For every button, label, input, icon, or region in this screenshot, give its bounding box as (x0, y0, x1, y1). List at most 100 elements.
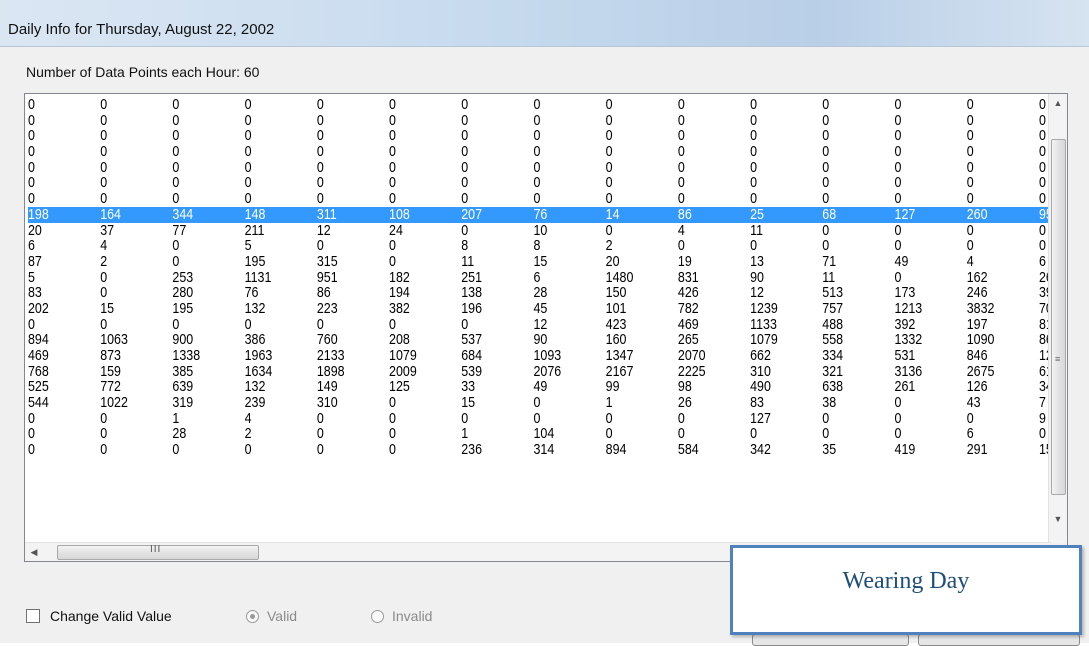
table-cell: 0 (533, 111, 541, 129)
table-row[interactable]: 0 0 28 2 0 0 1 104 0 0 0 0 0 6 0 (28, 425, 1046, 443)
table-row[interactable]: 5025311319511822516148083190110162269 (28, 269, 1060, 286)
table-cell: 0 (605, 127, 613, 145)
table-cell: 2167 (605, 362, 634, 380)
table-cell: 0 (1038, 221, 1046, 239)
table-row[interactable]: 0000000124234691133488392197816 (28, 316, 1060, 333)
change-valid-checkbox[interactable]: Change Valid Value (26, 608, 172, 624)
table-cell: 0 (461, 96, 469, 113)
button-partial[interactable] (752, 634, 909, 646)
vertical-scroll-thumb[interactable]: ≡ (1051, 139, 1066, 495)
table-cell: 0 (389, 237, 396, 255)
checkbox-icon[interactable] (26, 609, 40, 623)
table-cell: 321 (822, 362, 844, 380)
table-row-selected[interactable]: 198 164 344 148 311 108 207 76 14 86 25 68 127 260 95 (28, 205, 1053, 223)
table-cell: 0 (677, 237, 685, 255)
table-cell: 246 (966, 284, 988, 302)
table-cell: 0 (533, 409, 541, 427)
table-cell: 0 (172, 127, 180, 145)
table-row[interactable]: 0 0 0 0 0 0 0 0 0 0 0 0 0 0 0 (28, 96, 1046, 113)
table-row[interactable]: 544 1022 319 239 310 0 15 0 1 26 83 38 0 43 7 (28, 394, 1046, 412)
table-cell: 198 (28, 205, 49, 223)
table-cell: 0 (389, 174, 396, 192)
table-cell: 0 (750, 111, 758, 129)
table-row[interactable]: 469 873 1338 1963 2133 1079 684 1093 1347 2070 662… (28, 348, 1067, 364)
table-cell: 196 (461, 299, 483, 317)
table-row[interactable]: 0 0 0 0 0 0 0 0 0 0 0 0 0 0 0 (28, 143, 1046, 161)
scroll-down-icon[interactable]: ▼ (1049, 510, 1067, 528)
table-cell: 0 (822, 425, 830, 443)
table-cell: 1634 (244, 362, 273, 380)
table-cell: 638 (822, 378, 844, 396)
table-cell: 0 (389, 425, 396, 443)
table-cell: 0 (316, 441, 324, 459)
table-cell: 0 (894, 190, 902, 208)
table-row[interactable]: 87 2 0 195 315 0 11 15 20 19 13 71 49 4 6 (28, 252, 1046, 270)
table-row[interactable]: 00000023631489458434235419291159 (28, 441, 1060, 459)
table-cell: 0 (822, 96, 830, 113)
table-cell: 513 (822, 284, 844, 302)
table-cell: 10 (533, 221, 548, 239)
invalid-radio[interactable]: Invalid (371, 608, 432, 624)
table-cell: 0 (533, 190, 541, 208)
table-cell: 0 (461, 174, 469, 192)
change-valid-label: Change Valid Value (50, 608, 172, 624)
table-cell: 0 (605, 174, 613, 192)
title-bar[interactable]: Daily Info for Thursday, August 22, 2002 (0, 0, 1089, 47)
table-cell: 1079 (750, 331, 778, 349)
table-cell: 0 (316, 237, 324, 255)
table-cell: 426 (677, 284, 699, 302)
radio-unchecked-icon[interactable] (371, 609, 384, 623)
horizontal-scroll-thumb[interactable]: III (57, 544, 259, 560)
table-cell: 0 (461, 221, 469, 239)
table-row[interactable]: 0 0 0 0 0 0 0 0 0 0 0 0 0 0 0 (28, 158, 1046, 176)
button-partial[interactable] (918, 634, 1080, 646)
table-cell: 0 (1038, 237, 1046, 255)
table-cell: 76 (533, 205, 548, 223)
table-row[interactable]: 6 4 0 5 0 0 8 8 2 0 0 0 0 0 0 (28, 237, 1046, 255)
table-cell: 1022 (100, 394, 128, 412)
table-row[interactable]: 0 0 0 0 0 0 0 0 0 0 0 0 0 0 0 (28, 174, 1046, 192)
table-cell: 0 (28, 158, 35, 176)
table-cell: 0 (172, 237, 180, 255)
table-cell: 0 (316, 425, 324, 443)
table-cell: 0 (677, 96, 685, 113)
table-cell: 38 (822, 394, 837, 412)
table-cell: 0 (605, 190, 613, 208)
table-row[interactable]: 768 159 385 1634 1898 2009 539 2076 2167 2225 310 3… (28, 362, 1060, 380)
table-cell: 195 (244, 252, 266, 270)
table-cell: 0 (1038, 111, 1046, 129)
table-row[interactable]: 0 0 0 0 0 0 0 0 0 0 0 0 0 0 0 (28, 127, 1046, 145)
table-cell: 0 (894, 143, 902, 161)
table-row[interactable]: 525 772 639 132 149 125 33 49 99 98 490 638 261 126 34 (28, 378, 1053, 396)
scroll-left-icon[interactable]: ◀ (25, 543, 43, 561)
scroll-up-icon[interactable]: ▲ (1049, 94, 1067, 112)
table-cell: 0 (172, 252, 180, 270)
table-cell: 14 (605, 205, 620, 223)
table-cell: 0 (1038, 143, 1046, 161)
table-cell: 0 (28, 409, 35, 427)
table-row[interactable]: 0 0 0 0 0 0 0 0 0 0 0 0 0 0 0 (28, 111, 1046, 129)
table-cell: 782 (677, 299, 699, 317)
table-cell: 149 (316, 378, 338, 396)
table-cell: 419 (894, 441, 916, 459)
table-cell: 0 (244, 143, 252, 161)
table-row[interactable]: 202 15 195 132 223 382 196 45 101 782 1239 757 1213 3… (28, 299, 1060, 317)
vertical-scrollbar[interactable]: ▲ ≡ ▼ (1048, 94, 1067, 544)
table-cell: 0 (894, 268, 902, 286)
table-cell: 127 (750, 409, 771, 427)
table-cell: 0 (100, 441, 108, 459)
table-row[interactable]: 0 0 0 0 0 0 0 0 0 0 0 0 0 0 0 (28, 190, 1046, 208)
table-cell: 99 (605, 378, 620, 396)
table-row[interactable]: 0 0 1 4 0 0 0 0 0 0 127 0 0 0 9 (28, 409, 1046, 427)
table-cell: 0 (100, 127, 108, 145)
table-row[interactable]: 83 0 280 76 86 194 138 28 150 426 12 513 173 246 39 (28, 284, 1053, 302)
valid-radio[interactable]: Valid (246, 608, 297, 624)
table-row[interactable]: 20 37 77 211 12 24 0 10 0 4 11 0 0 0 0 (28, 221, 1046, 239)
table-cell: 160 (605, 331, 627, 349)
hourly-data-list[interactable]: 0000000000000000000000000000000000000000… (24, 93, 1068, 562)
table-row[interactable]: 894 1063 900 386 760 208 537 90 160 265 1079 558 133… (28, 331, 1060, 349)
table-cell: 310 (316, 394, 338, 412)
radio-checked-icon[interactable] (246, 609, 259, 623)
table-cell: 20 (28, 221, 42, 239)
table-cell: 83 (750, 394, 764, 412)
